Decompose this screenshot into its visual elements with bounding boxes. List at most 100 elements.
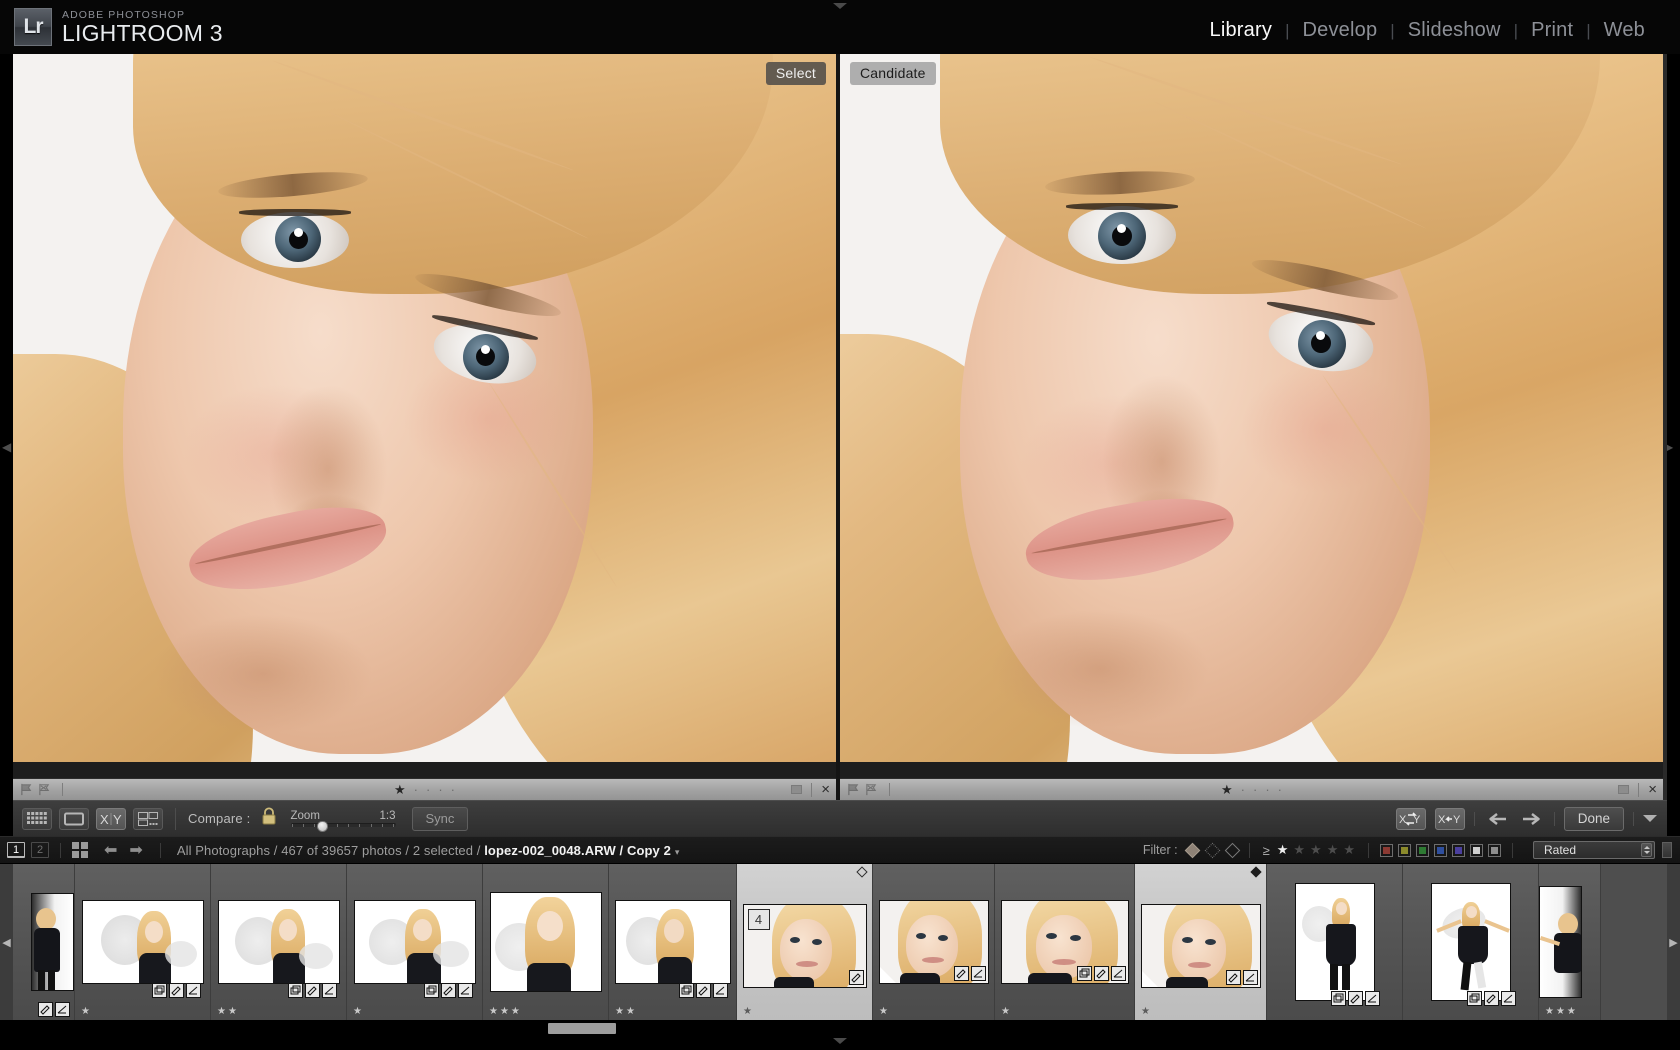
- flag-reject-filter-icon[interactable]: [1224, 842, 1240, 858]
- star-filled[interactable]: ★: [1221, 783, 1233, 796]
- stack-icon[interactable]: [1076, 966, 1092, 981]
- list-item[interactable]: ★: [1135, 864, 1267, 1020]
- reject-flag-icon[interactable]: [38, 783, 51, 796]
- rating-filter[interactable]: ≥ ★ ★ ★ ★ ★: [1263, 842, 1355, 858]
- cell-rating[interactable]: ★★: [217, 1006, 239, 1017]
- flag-pick-filter-icon[interactable]: [1184, 842, 1200, 858]
- star-empty[interactable]: ·: [451, 783, 455, 796]
- grid-square-icon[interactable]: [72, 842, 88, 858]
- done-button[interactable]: Done: [1563, 806, 1624, 831]
- next-photo-button[interactable]: [1519, 808, 1545, 830]
- crop-icon[interactable]: [305, 983, 320, 998]
- candidate-pane[interactable]: Candidate ★ · · · · ×: [840, 54, 1663, 800]
- filter-star-1[interactable]: ★: [1277, 842, 1289, 858]
- reject-flag-icon[interactable]: [865, 783, 878, 796]
- crop-icon[interactable]: [696, 983, 711, 998]
- cell-rating[interactable]: ★★: [615, 1006, 637, 1017]
- close-icon[interactable]: ×: [821, 782, 830, 797]
- crop-icon[interactable]: [1484, 991, 1499, 1006]
- adjust-icon[interactable]: [1242, 970, 1258, 985]
- color-label-swatch[interactable]: [1618, 785, 1630, 794]
- zoom-slider[interactable]: Zoom 1:3: [290, 810, 396, 832]
- cell-rating[interactable]: ★: [81, 1006, 92, 1017]
- adjust-icon[interactable]: [186, 983, 201, 998]
- filmstrip-next-page[interactable]: ▶: [1667, 864, 1680, 1020]
- zoom-knob[interactable]: [317, 821, 328, 832]
- adjust-icon[interactable]: [970, 966, 986, 981]
- select-pane[interactable]: Select ★ · · · · ×: [13, 54, 840, 800]
- star-empty[interactable]: ·: [438, 783, 442, 796]
- color-label-red[interactable]: [1380, 843, 1393, 857]
- list-item[interactable]: ★: [347, 864, 483, 1020]
- pick-flag-icon[interactable]: [856, 866, 868, 878]
- survey-view-button[interactable]: [133, 807, 163, 830]
- stepper-icon[interactable]: [1641, 843, 1652, 857]
- adjust-icon[interactable]: [713, 983, 728, 998]
- cell-rating[interactable]: ★★★: [1545, 1006, 1578, 1017]
- color-label-none[interactable]: [1488, 843, 1501, 857]
- star-empty[interactable]: ·: [1265, 783, 1269, 796]
- candidate-rating[interactable]: ★ · · · ·: [1221, 783, 1282, 796]
- module-develop[interactable]: Develop: [1289, 19, 1390, 42]
- color-label-swatch[interactable]: [791, 785, 803, 794]
- color-label-blue[interactable]: [1434, 843, 1447, 857]
- chevron-down-icon[interactable]: ▾: [675, 847, 680, 857]
- cell-rating[interactable]: ★: [1001, 1006, 1012, 1017]
- list-item[interactable]: ★★★: [483, 864, 609, 1020]
- cell-rating[interactable]: ★★★: [489, 1006, 522, 1017]
- adjust-icon[interactable]: [1365, 991, 1380, 1006]
- list-item[interactable]: [1267, 864, 1403, 1020]
- sync-button[interactable]: Sync: [411, 806, 469, 831]
- color-label-purple[interactable]: [1452, 843, 1465, 857]
- list-item[interactable]: [1403, 864, 1539, 1020]
- adjust-icon[interactable]: [458, 983, 473, 998]
- filmstrip-back-button[interactable]: ⬅: [104, 840, 117, 860]
- flag-icon[interactable]: [847, 783, 860, 796]
- color-label-yellow[interactable]: [1398, 843, 1411, 857]
- list-item[interactable]: ★: [995, 864, 1135, 1020]
- star-empty[interactable]: ·: [414, 783, 418, 796]
- list-item[interactable]: 4 ★: [737, 864, 873, 1020]
- star-empty[interactable]: ·: [1241, 783, 1245, 796]
- filmstrip-scrollbar[interactable]: [548, 1023, 616, 1034]
- make-select-button[interactable]: X Y: [1434, 807, 1465, 830]
- zoom-lock-button[interactable]: [261, 807, 277, 830]
- color-label-green[interactable]: [1416, 843, 1429, 857]
- crop-icon[interactable]: [38, 1002, 53, 1017]
- filter-star-4[interactable]: ★: [1327, 842, 1339, 858]
- list-item[interactable]: ★★★: [1539, 864, 1601, 1020]
- star-filled[interactable]: ★: [394, 783, 406, 796]
- stack-icon[interactable]: [1331, 991, 1346, 1006]
- stack-icon[interactable]: [288, 983, 303, 998]
- swap-button[interactable]: X Y: [1395, 807, 1426, 830]
- crop-icon[interactable]: [169, 983, 184, 998]
- breadcrumb[interactable]: All Photographs / 467 of 39657 photos / …: [177, 843, 680, 858]
- star-empty[interactable]: ·: [426, 783, 430, 796]
- crop-icon[interactable]: [848, 970, 864, 985]
- crop-icon[interactable]: [1093, 966, 1109, 981]
- flag-icon[interactable]: [20, 783, 33, 796]
- list-item[interactable]: [13, 864, 75, 1020]
- cell-rating[interactable]: ★: [353, 1006, 364, 1017]
- stack-icon[interactable]: [1467, 991, 1482, 1006]
- list-item[interactable]: ★★: [211, 864, 347, 1020]
- loupe-view-button[interactable]: [59, 807, 89, 830]
- stack-icon[interactable]: [152, 983, 167, 998]
- filter-star-5[interactable]: ★: [1343, 842, 1355, 858]
- stack-icon[interactable]: [679, 983, 694, 998]
- previous-photo-button[interactable]: [1484, 808, 1510, 830]
- color-label-white[interactable]: [1470, 843, 1483, 857]
- select-photo[interactable]: Select: [13, 54, 836, 762]
- pick-flag-icon[interactable]: [1250, 866, 1262, 878]
- stack-count-badge[interactable]: 4: [747, 909, 770, 930]
- flag-unflagged-filter-icon[interactable]: [1204, 842, 1220, 858]
- filter-toggle-button[interactable]: [1662, 842, 1672, 858]
- module-print[interactable]: Print: [1518, 19, 1586, 42]
- list-item[interactable]: ★: [873, 864, 995, 1020]
- compare-view-button[interactable]: X Y: [96, 807, 126, 830]
- module-slideshow[interactable]: Slideshow: [1395, 19, 1514, 42]
- module-library[interactable]: Library: [1197, 19, 1286, 42]
- rating-operator[interactable]: ≥: [1263, 843, 1270, 858]
- chevron-down-icon[interactable]: [1643, 815, 1657, 822]
- filter-star-2[interactable]: ★: [1293, 842, 1305, 858]
